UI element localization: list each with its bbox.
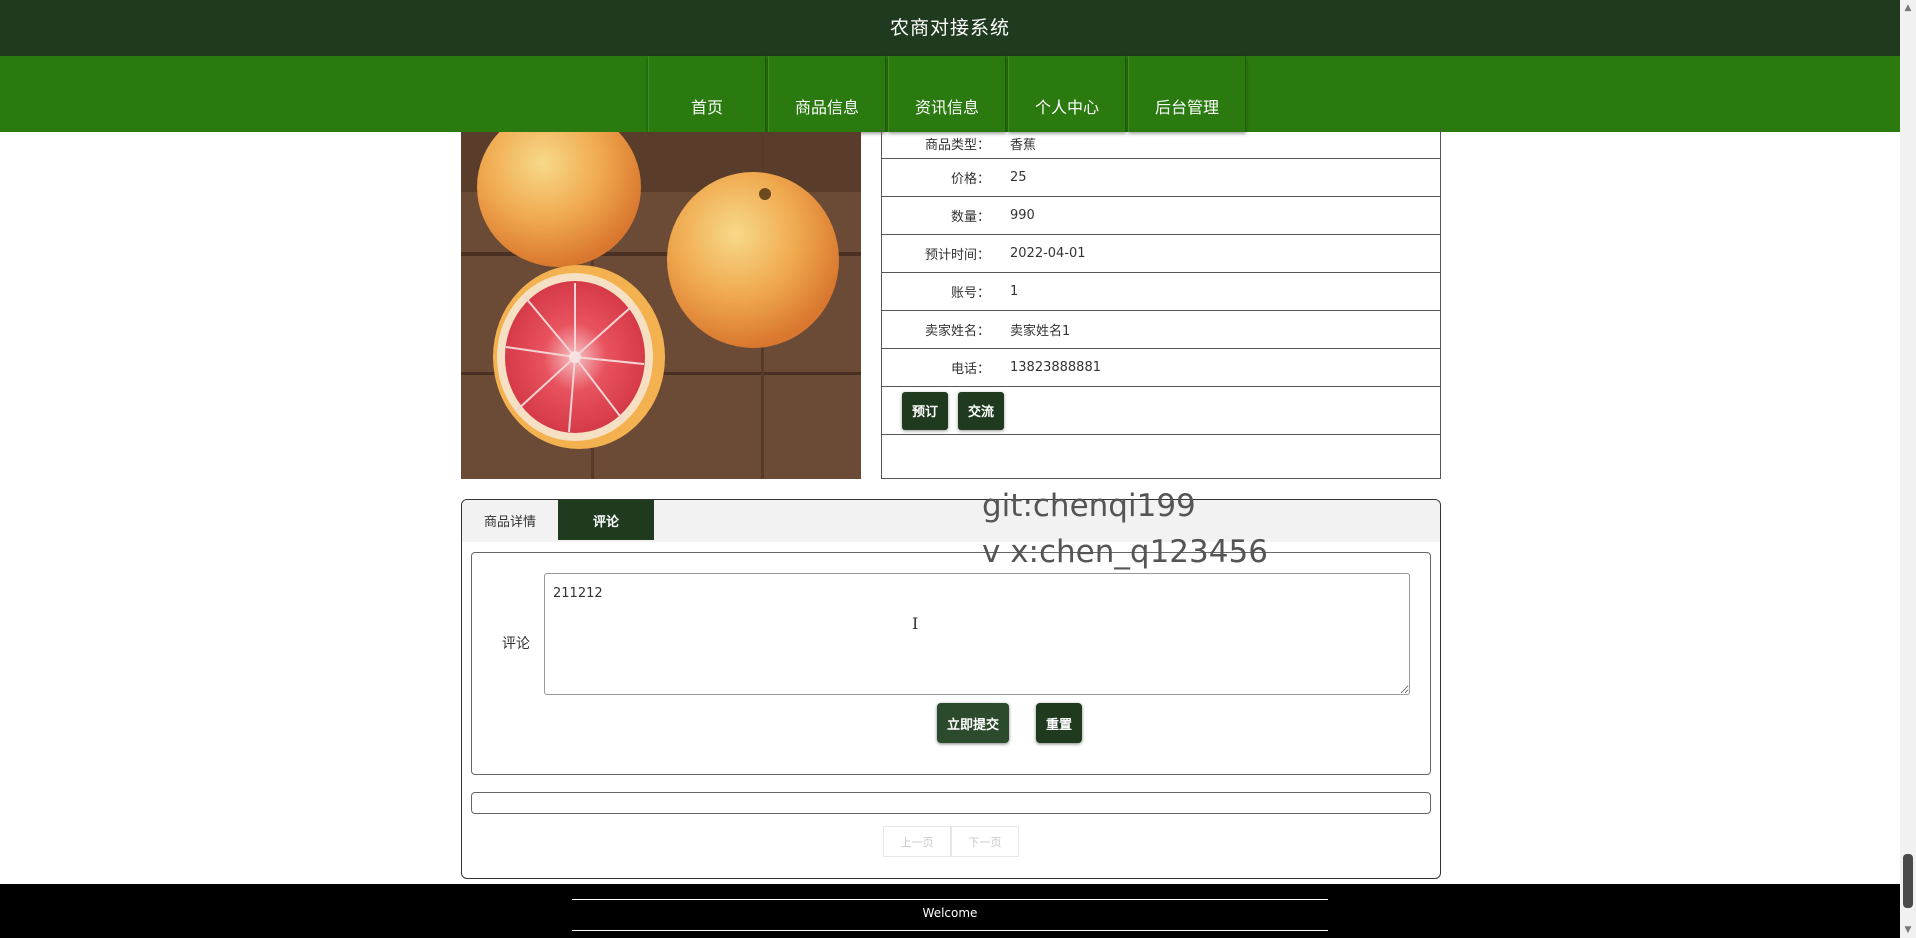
detail-panel: 商品详情 评论 评论 211212 立即提交 重置 上一页 下一页	[461, 499, 1441, 879]
reserve-button[interactable]: 预订	[902, 391, 949, 430]
chat-button[interactable]: 交流	[958, 391, 1005, 430]
info-row-account: 账号： 1	[882, 273, 1440, 311]
info-label: 账号：	[950, 286, 990, 301]
info-label: 卖家姓名：	[924, 324, 990, 339]
footer-divider-bottom	[572, 930, 1328, 931]
scroll-down-icon[interactable]: ▼	[1900, 922, 1916, 938]
nav-item-home[interactable]: 首页	[648, 56, 766, 132]
pagination: 上一页 下一页	[883, 826, 1019, 857]
action-row: 预订 交流	[882, 387, 1440, 435]
tab-product-details[interactable]: 商品详情	[462, 500, 558, 540]
info-label: 电话：	[950, 362, 990, 377]
watermark-line-1: git:chenqi199	[982, 488, 1196, 524]
submit-button[interactable]: 立即提交	[937, 703, 1010, 743]
info-row-type: 商品类型： 香蕉	[882, 128, 1440, 159]
tab-bar: 商品详情 评论	[462, 500, 1440, 542]
site-footer: Welcome	[0, 884, 1900, 938]
info-row-expected-time: 预计时间： 2022-04-01	[882, 235, 1440, 273]
nav-item-products[interactable]: 商品信息	[768, 56, 886, 132]
text-cursor-icon: I	[912, 614, 919, 633]
product-image	[461, 132, 861, 479]
info-value: 2022-04-01	[1010, 246, 1086, 261]
grapefruit-photo-icon	[461, 132, 861, 479]
info-row-phone: 电话： 13823888881	[882, 349, 1440, 387]
nav-list: 首页 商品信息 资讯信息 个人中心 后台管理	[648, 56, 1248, 132]
info-value: 990	[1010, 208, 1035, 223]
info-value: 1	[1010, 284, 1019, 299]
info-row-quantity: 数量： 990	[882, 197, 1440, 235]
nav-item-profile[interactable]: 个人中心	[1008, 56, 1126, 132]
site-header: 农商对接系统	[0, 0, 1900, 56]
scroll-up-icon[interactable]: ▲	[1900, 0, 1916, 16]
nav-item-admin[interactable]: 后台管理	[1128, 56, 1246, 132]
info-row-price: 价格： 25	[882, 159, 1440, 197]
info-label: 数量：	[950, 210, 990, 225]
next-page-button[interactable]: 下一页	[951, 826, 1019, 857]
scroll-thumb[interactable]	[1903, 854, 1913, 908]
nav-item-news[interactable]: 资讯信息	[888, 56, 1006, 132]
comment-label: 评论	[502, 636, 530, 652]
info-row-seller-name: 卖家姓名： 卖家姓名1	[882, 311, 1440, 349]
footer-text: Welcome	[922, 906, 978, 920]
tab-comments[interactable]: 评论	[558, 500, 654, 540]
main-nav: 首页 商品信息 资讯信息 个人中心 后台管理	[0, 56, 1900, 132]
info-value: 香蕉	[1010, 137, 1037, 153]
comment-textarea[interactable]: 211212	[544, 573, 1410, 695]
footer-divider-top	[572, 899, 1328, 900]
comment-form: 评论 211212 立即提交 重置	[471, 552, 1431, 775]
comment-list	[471, 792, 1431, 814]
prev-page-button[interactable]: 上一页	[883, 826, 951, 857]
info-value: 25	[1010, 170, 1027, 185]
info-value: 13823888881	[1010, 360, 1101, 375]
info-label: 商品类型：	[924, 137, 990, 153]
watermark-line-2: v x:chen_q123456	[982, 534, 1268, 570]
reset-button[interactable]: 重置	[1036, 703, 1083, 743]
product-info-table: 商品类型： 香蕉 价格： 25 数量： 990 预计时间： 2022-04-01…	[881, 128, 1441, 479]
info-value: 卖家姓名1	[1010, 324, 1071, 339]
info-label: 价格：	[950, 172, 990, 187]
vertical-scrollbar[interactable]: ▲ ▼	[1900, 0, 1916, 938]
info-label: 预计时间：	[924, 248, 990, 263]
site-title: 农商对接系统	[889, 17, 1010, 39]
